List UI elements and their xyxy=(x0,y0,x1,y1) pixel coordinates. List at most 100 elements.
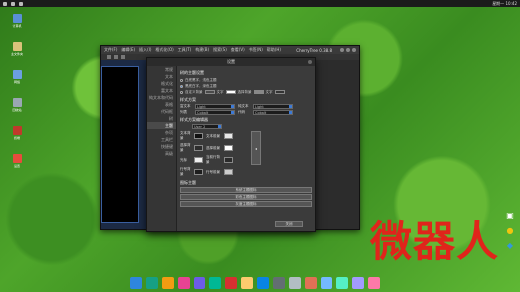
menu-view[interactable]: 查看(V) xyxy=(231,47,245,53)
sidebar-item[interactable]: 工具栏 xyxy=(147,136,176,143)
custom-fg-swatch[interactable] xyxy=(225,90,236,94)
desktop-icon[interactable]: 网络 xyxy=(9,70,25,84)
desktop-icon[interactable]: 终端 xyxy=(9,126,25,140)
dock-app-icon[interactable] xyxy=(288,277,301,289)
sidebar-item[interactable]: 树 xyxy=(147,115,176,122)
files-icon[interactable] xyxy=(11,1,15,6)
color-swatch[interactable] xyxy=(224,145,233,151)
sel-fg-swatch[interactable] xyxy=(274,90,285,94)
dock-app-icon[interactable] xyxy=(272,277,285,289)
color-swatch[interactable] xyxy=(224,133,233,139)
radio-icon[interactable] xyxy=(180,84,183,88)
menu-format[interactable]: 格式化(O) xyxy=(155,47,173,53)
dock-app-icon[interactable] xyxy=(336,277,349,289)
apply-scheme-button[interactable]: ◂ xyxy=(251,131,261,165)
icon-theme-button-system[interactable]: 系统主题图标 xyxy=(180,187,312,193)
close-icon[interactable] xyxy=(352,48,356,52)
color-swatch[interactable] xyxy=(224,169,233,175)
radio-icon[interactable] xyxy=(180,78,183,82)
desktop-icon[interactable]: 回收站 xyxy=(9,98,25,112)
desktop-icon-label: 回收站 xyxy=(12,108,22,112)
right-dock-icon-3[interactable]: ◆ xyxy=(505,240,515,250)
desktop-app-icon[interactable] xyxy=(12,70,22,79)
menu-search[interactable]: 搜索(S) xyxy=(213,47,227,53)
dock-app-icon[interactable] xyxy=(257,277,269,289)
dock-app-icon[interactable] xyxy=(304,277,317,289)
save-icon[interactable] xyxy=(121,55,125,59)
dock-app-icon[interactable] xyxy=(320,277,333,289)
desktop-icon[interactable]: 计算机 xyxy=(9,14,25,28)
dock-app-icon[interactable] xyxy=(130,277,142,289)
color-label: 行号前景 xyxy=(206,169,220,174)
sidebar-item[interactable]: 格式化 xyxy=(147,80,176,87)
plain-text-scheme-select[interactable]: Light xyxy=(253,104,293,109)
desktop-app-icon[interactable] xyxy=(12,98,22,107)
list-scheme-select[interactable]: Cobalt xyxy=(195,110,235,115)
right-dock-icon-1[interactable]: ▣ xyxy=(505,210,515,220)
sidebar-item[interactable]: 主题 xyxy=(147,122,176,129)
forward-icon[interactable] xyxy=(114,55,118,59)
rich-text-scheme-select[interactable]: Light xyxy=(195,104,235,109)
back-icon[interactable] xyxy=(107,55,111,59)
desktop-icon-label: 设置 xyxy=(13,164,20,168)
apps-menu-icon[interactable] xyxy=(3,1,7,6)
scheme-editor-select[interactable]: User 2 xyxy=(192,124,222,129)
close-button[interactable]: 关闭 xyxy=(275,221,303,227)
sidebar-item[interactable]: 常规 xyxy=(147,66,176,73)
app-title: CherryTree 0.38.8 xyxy=(296,47,332,53)
code-scheme-select[interactable]: Cobalt xyxy=(253,110,293,115)
color-label: 当前行背景 xyxy=(206,155,220,164)
dock-app-icon[interactable] xyxy=(225,277,238,289)
section-scheme-editor: 样式方案编辑器 xyxy=(180,117,208,122)
desktop-icon[interactable]: 主文件夹 xyxy=(9,42,25,56)
desktop-app-icon[interactable] xyxy=(12,126,22,135)
dialog-close-icon[interactable] xyxy=(308,60,312,64)
sidebar-item[interactable]: 高级 xyxy=(147,150,176,157)
color-swatch[interactable] xyxy=(194,157,203,163)
dock-app-icon[interactable] xyxy=(177,277,190,289)
desktop-icon[interactable]: 设置 xyxy=(9,154,25,168)
desktop-app-icon[interactable] xyxy=(12,42,22,51)
desktop-app-icon[interactable] xyxy=(12,154,22,163)
minimize-icon[interactable] xyxy=(340,48,344,52)
scheme-colors-grid: 文本背景 文本前景 选择背景 选择前景 光标 当前行背景 行号背景 行号前景 xyxy=(180,131,234,177)
sidebar-item[interactable]: 纯文本和代码 xyxy=(147,94,176,101)
browser-icon[interactable] xyxy=(19,1,23,6)
color-swatch[interactable] xyxy=(194,133,203,139)
tree-view[interactable] xyxy=(101,66,139,223)
menu-tools[interactable]: 工具(T) xyxy=(178,47,192,53)
tree-radio-custom[interactable]: 自定义背景 文字 选择背景 文字 xyxy=(180,89,314,95)
desktop-icon-label: 终端 xyxy=(13,136,20,140)
radio-icon[interactable] xyxy=(180,90,183,94)
menu-insert[interactable]: 插入(I) xyxy=(139,47,151,53)
dock-app-icon[interactable] xyxy=(209,277,222,289)
clock[interactable]: 星期一 10:42 xyxy=(492,1,517,7)
dock-app-icon[interactable] xyxy=(193,277,206,289)
dock-app-icon[interactable] xyxy=(161,277,174,289)
sidebar-item[interactable]: 表格 xyxy=(147,101,176,108)
right-dock-icon-2[interactable]: ● xyxy=(505,225,515,235)
color-swatch[interactable] xyxy=(224,157,233,163)
icon-theme-button-color[interactable]: 彩色主题图标 xyxy=(180,194,312,200)
sidebar-item[interactable]: 富文本 xyxy=(147,87,176,94)
color-swatch[interactable] xyxy=(194,145,203,151)
sidebar-item[interactable]: 快捷键 xyxy=(147,143,176,150)
custom-bg-swatch[interactable] xyxy=(204,90,215,94)
maximize-icon[interactable] xyxy=(346,48,350,52)
menu-edit[interactable]: 编辑(E) xyxy=(121,47,135,53)
dock-app-icon[interactable] xyxy=(368,277,380,289)
dock-app-icon[interactable] xyxy=(241,277,253,289)
sel-bg-swatch[interactable] xyxy=(253,90,264,94)
menu-file[interactable]: 文件(F) xyxy=(104,47,117,53)
sidebar-item[interactable]: 代码框 xyxy=(147,108,176,115)
icon-theme-button-gray[interactable]: 灰度主题图标 xyxy=(180,201,312,207)
dock-app-icon[interactable] xyxy=(145,277,158,289)
color-swatch[interactable] xyxy=(194,169,203,175)
menu-bookmarks[interactable]: 书签(N) xyxy=(249,47,263,53)
sidebar-item[interactable]: 杂项 xyxy=(147,129,176,136)
menu-build[interactable]: 构建(B) xyxy=(195,47,209,53)
dock-app-icon[interactable] xyxy=(352,277,365,289)
sidebar-item[interactable]: 文本 xyxy=(147,73,176,80)
desktop-app-icon[interactable] xyxy=(12,14,22,23)
menu-help[interactable]: 帮助(H) xyxy=(267,47,281,53)
